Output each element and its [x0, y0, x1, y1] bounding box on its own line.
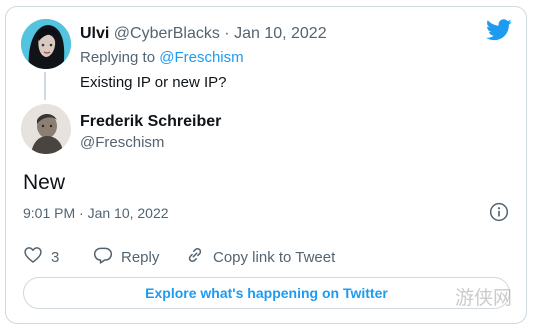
- avatar[interactable]: [21, 104, 71, 154]
- replying-handle-link[interactable]: @Freschism: [159, 49, 243, 66]
- copy-link-label: Copy link to Tweet: [213, 248, 336, 266]
- info-icon[interactable]: [489, 202, 509, 222]
- explore-button[interactable]: Explore what's happening on Twitter: [23, 277, 510, 309]
- reply-text: Existing IP or new IP?: [80, 74, 227, 91]
- author-name[interactable]: Ulvi: [80, 25, 109, 42]
- replying-to: Replying to @Freschism: [80, 49, 244, 66]
- tweet-timestamp-link[interactable]: 9:01 PM · Jan 10, 2022: [23, 205, 169, 221]
- reply-header: Ulvi @CyberBlacks · Jan 10, 2022: [80, 25, 327, 43]
- reply-label: Reply: [121, 248, 160, 266]
- tweet-text: New: [23, 171, 66, 194]
- heart-icon: [23, 245, 43, 269]
- author-handle[interactable]: @CyberBlacks: [114, 25, 220, 42]
- tweet-actions: 3 Reply Copy link to Tweet: [23, 245, 503, 267]
- like-button[interactable]: 3: [23, 245, 59, 269]
- replying-prefix: Replying to: [80, 49, 156, 66]
- site-watermark: 游侠网: [455, 287, 513, 309]
- reply-bubble-icon: [93, 245, 113, 269]
- author-handle[interactable]: @Freschism: [80, 134, 164, 151]
- separator: ·: [224, 25, 230, 42]
- twitter-bird-icon[interactable]: [486, 19, 512, 41]
- like-count: 3: [51, 248, 60, 266]
- copy-link-button[interactable]: Copy link to Tweet: [185, 245, 335, 269]
- reply-button[interactable]: Reply: [93, 245, 159, 269]
- thread-connector-line: [44, 72, 46, 100]
- tweet-date[interactable]: Jan 10, 2022: [234, 25, 327, 42]
- avatar[interactable]: [21, 19, 71, 69]
- link-icon: [185, 245, 205, 269]
- author-name[interactable]: Frederik Schreiber: [80, 113, 221, 131]
